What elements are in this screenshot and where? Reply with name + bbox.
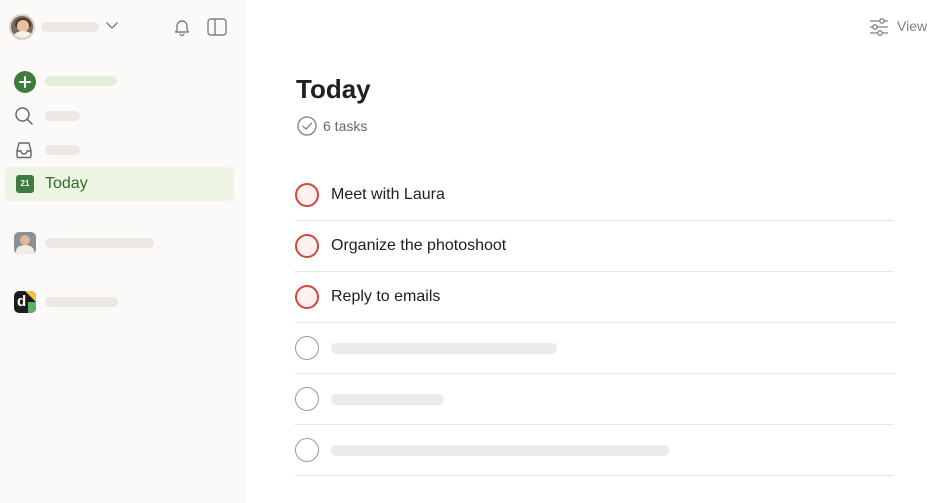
task-item[interactable] (295, 425, 894, 476)
task-item[interactable] (295, 323, 894, 374)
inbox-icon (16, 142, 32, 159)
project-avatar (14, 232, 36, 254)
sliders-icon (870, 18, 888, 36)
sidebar-header (0, 0, 246, 54)
search-label-placeholder (45, 111, 80, 121)
task-item[interactable]: Meet with Laura (295, 170, 894, 221)
sidebar-item-search[interactable] (5, 98, 234, 132)
calendar-icon: 21 (16, 175, 34, 193)
task-item[interactable]: Reply to emails (295, 272, 894, 323)
add-task-label-placeholder (45, 76, 117, 86)
sidebar: 21 Today d (0, 0, 246, 503)
task-title[interactable]: Reply to emails (331, 287, 440, 307)
sidebar-item-personal[interactable] (5, 226, 234, 260)
sidebar-item-label: Today (45, 175, 88, 192)
bell-icon[interactable] (172, 17, 192, 37)
calendar-icon-number: 21 (20, 179, 30, 188)
task-title-placeholder[interactable] (331, 445, 669, 456)
task-title-placeholder[interactable] (331, 394, 444, 405)
view-label: View (897, 18, 928, 34)
team-logo: d (14, 291, 36, 313)
task-item[interactable]: Organize the photoshoot (295, 221, 894, 272)
project-label-placeholder (45, 238, 154, 248)
sidebar-toggle-icon[interactable] (206, 17, 228, 37)
task-checkbox[interactable] (295, 387, 319, 411)
task-checkbox[interactable] (295, 285, 319, 309)
user-name-placeholder[interactable] (41, 22, 99, 32)
team-logo-letter: d (17, 293, 27, 310)
task-checkbox[interactable] (295, 234, 319, 258)
page-title: Today (296, 74, 371, 104)
add-task-button[interactable] (5, 64, 234, 98)
sidebar-item-today[interactable]: 21 Today (5, 167, 234, 201)
user-avatar[interactable] (9, 14, 35, 40)
sidebar-item-inbox[interactable] (5, 132, 234, 166)
sidebar-item-team[interactable]: d (5, 285, 234, 319)
check-circle-icon (297, 116, 317, 136)
inbox-label-placeholder (45, 145, 80, 155)
task-checkbox[interactable] (295, 336, 319, 360)
task-title-placeholder[interactable] (331, 343, 557, 354)
plus-icon (14, 71, 36, 93)
task-title[interactable]: Meet with Laura (331, 185, 445, 205)
chevron-down-icon[interactable] (105, 18, 119, 32)
view-button[interactable]: View (866, 15, 936, 39)
task-checkbox[interactable] (295, 183, 319, 207)
task-list: Meet with Laura Organize the photoshoot … (295, 170, 894, 476)
team-label-placeholder (45, 297, 118, 307)
search-icon (15, 107, 33, 125)
task-count-label: 6 tasks (323, 118, 368, 134)
task-title[interactable]: Organize the photoshoot (331, 236, 506, 256)
task-checkbox[interactable] (295, 438, 319, 462)
task-item[interactable] (295, 374, 894, 425)
